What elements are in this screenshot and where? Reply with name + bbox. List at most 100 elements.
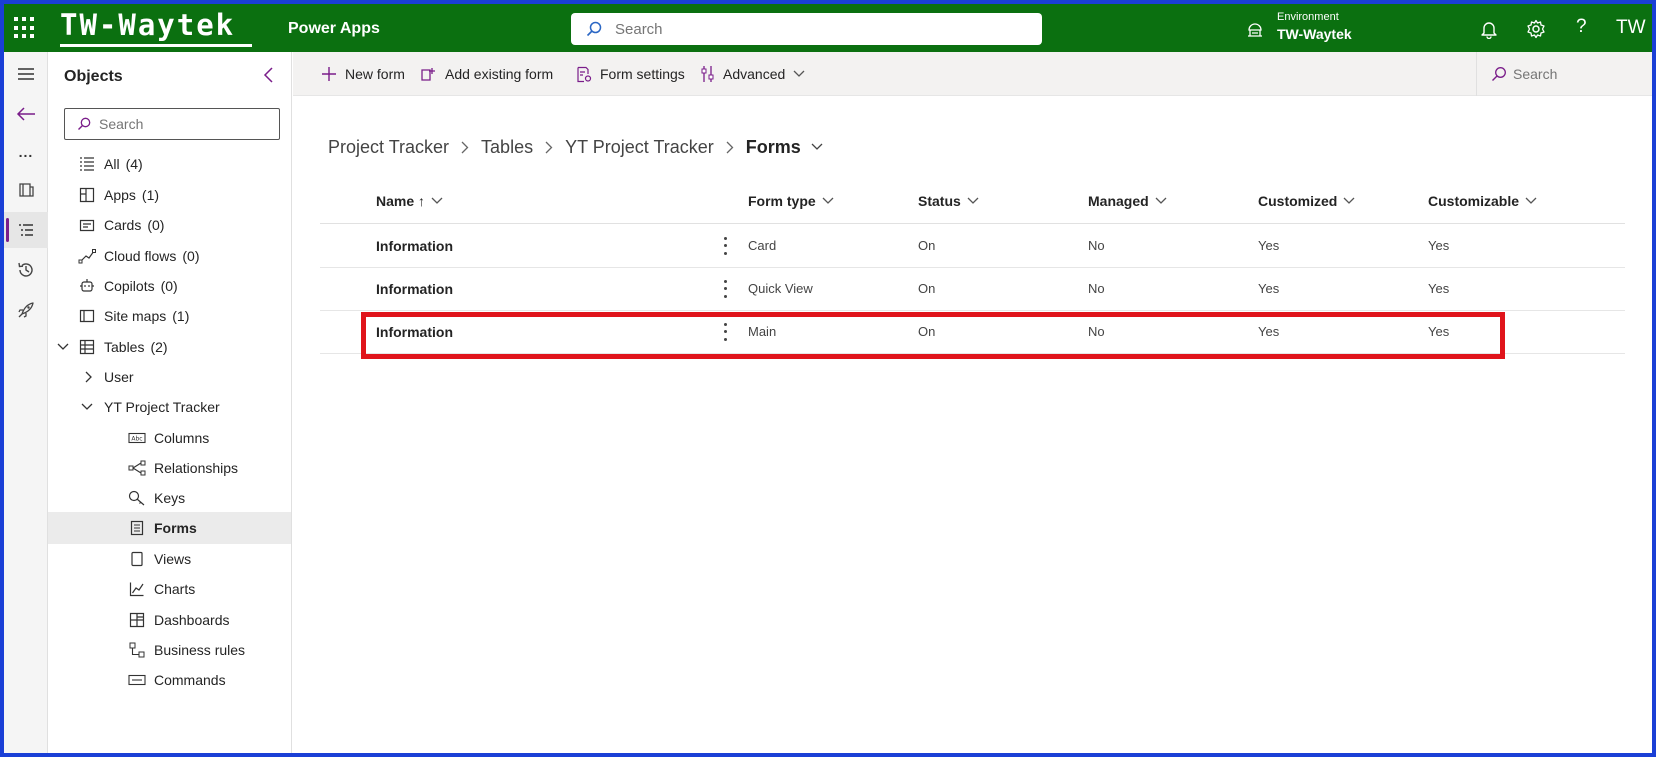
add-existing-form-button[interactable]: Add existing form (420, 52, 553, 96)
table-header: Name ↑ Form type Status Managed Customiz… (320, 180, 1625, 224)
tree-item-label: Commands (154, 672, 226, 688)
global-search-input[interactable] (615, 19, 1015, 39)
tree-item-commands[interactable]: Commands (48, 664, 291, 696)
tree-item-count: (2) (150, 339, 168, 355)
tree-item-charts[interactable]: Charts (48, 573, 291, 605)
breadcrumb-yt-project-tracker[interactable]: YT Project Tracker (565, 137, 714, 158)
chevron-down-icon[interactable] (811, 143, 823, 151)
chevron-right-icon (461, 141, 469, 154)
add-existing-icon (421, 68, 435, 81)
column-header-managed[interactable]: Managed (1088, 193, 1167, 209)
chevron-down-icon (431, 197, 443, 204)
tree-item-dashboards[interactable]: Dashboards (48, 604, 291, 636)
tree-item-yt-project-tracker[interactable]: YT Project Tracker (48, 391, 291, 423)
tree-item-site-maps[interactable]: Site maps (1) (48, 300, 291, 332)
objects-search-box[interactable] (64, 108, 280, 140)
search-icon (1492, 67, 1506, 81)
tree-item-label: Views (154, 551, 192, 567)
tree-item-columns[interactable]: Abc Columns (48, 422, 291, 454)
list-search-box[interactable] (1476, 52, 1652, 96)
chevron-down-icon[interactable] (78, 398, 96, 416)
app-launcher-icon[interactable] (14, 17, 36, 39)
chevron-down-icon (822, 197, 834, 204)
app-window: TW-Waytek Power Apps Environment TW-Wayt… (4, 4, 1652, 753)
notifications-bell-icon[interactable] (1478, 18, 1500, 40)
column-header-status[interactable]: Status (918, 193, 979, 209)
environment-icon[interactable] (1246, 22, 1264, 38)
tree-item-label: Columns (154, 430, 210, 446)
tree-item-count: (0) (147, 217, 165, 233)
tree-item-all[interactable]: All (4) (48, 148, 291, 180)
column-header-form-type[interactable]: Form type (748, 193, 834, 209)
command-icon (128, 671, 146, 689)
list-search-input[interactable] (1513, 65, 1633, 83)
tree-item-count: (1) (141, 187, 160, 203)
tree-item-label: Cloud flows (104, 248, 177, 264)
app-name[interactable]: Power Apps (288, 20, 380, 38)
user-avatar[interactable]: TW (1616, 17, 1646, 39)
column-header-customizable[interactable]: Customizable (1428, 193, 1537, 209)
cell-customized: Yes (1258, 281, 1280, 296)
breadcrumb-project-tracker[interactable]: Project Tracker (328, 137, 449, 158)
objects-icon[interactable] (4, 212, 48, 248)
new-form-label: New form (345, 66, 405, 82)
form-icon (128, 519, 146, 537)
column-header-name[interactable]: Name ↑ (376, 193, 443, 209)
tree-item-relationships[interactable]: Relationships (48, 452, 291, 484)
tree-item-label: Business rules (154, 642, 246, 658)
tree-item-copilots[interactable]: Copilots (0) (48, 270, 291, 302)
cell-form-type: Quick View (748, 281, 813, 296)
hamburger-menu-icon[interactable] (4, 56, 48, 92)
tree-item-count: (1) (172, 308, 190, 324)
tree-item-forms[interactable]: Forms (48, 512, 291, 544)
chevron-right-icon[interactable] (80, 368, 98, 386)
form-settings-button[interactable]: Form settings (576, 52, 685, 96)
left-rail: ... (4, 52, 48, 753)
table-row[interactable]: Information Quick View On No Yes Yes (320, 268, 1625, 311)
collapse-panel-icon[interactable] (262, 66, 276, 84)
row-more-options-icon[interactable] (717, 235, 733, 257)
chevron-down-icon[interactable] (54, 338, 72, 356)
deploy-rocket-icon[interactable] (4, 292, 48, 328)
tree-item-count: (0) (182, 248, 200, 264)
column-header-label: Name ↑ (376, 193, 426, 209)
environment-name[interactable]: TW-Waytek (1277, 26, 1352, 42)
list-icon (78, 155, 96, 173)
advanced-dropdown-button[interactable]: Advanced (701, 52, 805, 96)
column-header-label: Managed (1088, 193, 1149, 209)
settings-gear-icon[interactable] (1525, 18, 1547, 40)
chevron-right-icon (545, 141, 553, 154)
cell-name[interactable]: Information (376, 281, 453, 297)
company-logo: TW-Waytek (60, 8, 252, 48)
column-header-customized[interactable]: Customized (1258, 193, 1355, 209)
objects-search-input[interactable] (99, 115, 269, 133)
help-icon[interactable]: ? (1576, 16, 1587, 38)
tree-item-apps[interactable]: Apps (1) (48, 179, 291, 211)
tree-item-label: Dashboards (154, 612, 230, 628)
tree-item-cards[interactable]: Cards (0) (48, 209, 291, 241)
tree-item-label: User (104, 369, 134, 385)
history-icon[interactable] (4, 252, 48, 288)
tree-item-keys[interactable]: Keys (48, 482, 291, 514)
tree-item-tables[interactable]: Tables (2) (48, 331, 291, 363)
tree-item-label: Apps (104, 187, 136, 203)
tree-item-user[interactable]: User (48, 361, 291, 393)
tree-item-label: Keys (154, 490, 186, 506)
form-settings-icon (577, 66, 592, 82)
highlight-box (361, 312, 1505, 359)
more-options-icon[interactable]: ... (4, 134, 48, 170)
table-row[interactable]: Information Card On No Yes Yes (320, 225, 1625, 268)
cell-name[interactable]: Information (376, 238, 453, 254)
breadcrumb-forms[interactable]: Forms (746, 137, 801, 158)
back-arrow-icon[interactable] (4, 96, 48, 132)
chart-icon (128, 580, 146, 598)
tree-item-business-rules[interactable]: Business rules (48, 634, 291, 666)
global-search-box[interactable] (571, 13, 1042, 45)
tree-item-cloud-flows[interactable]: Cloud flows (0) (48, 240, 291, 272)
row-more-options-icon[interactable] (717, 278, 733, 300)
tree-item-count: (4) (125, 156, 143, 172)
new-form-button[interactable]: New form (321, 52, 405, 96)
tree-item-views[interactable]: Views (48, 543, 291, 575)
solution-overview-icon[interactable] (4, 172, 48, 208)
breadcrumb-tables[interactable]: Tables (481, 137, 533, 158)
